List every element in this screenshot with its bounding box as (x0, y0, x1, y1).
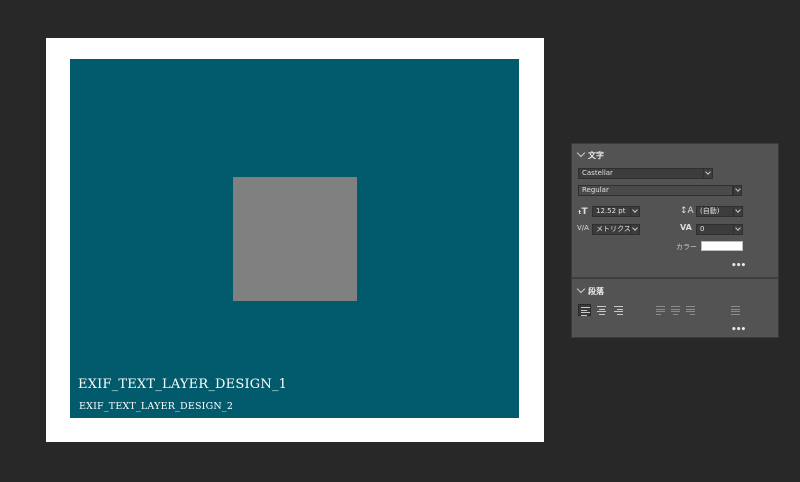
collapse-chevron-icon[interactable] (576, 148, 586, 158)
tracking-field[interactable]: 0 (696, 224, 734, 235)
justify-last-center-button[interactable] (669, 304, 682, 316)
leading-icon: ↕A (680, 206, 694, 216)
section-divider (572, 277, 778, 279)
workspace: EXIF_TEXT_LAYER_DESIGN_1 EXIF_TEXT_LAYER… (0, 0, 800, 482)
character-section-title[interactable]: 文字 (588, 150, 604, 161)
more-options-icon[interactable]: ••• (731, 261, 746, 271)
text-color-swatch[interactable] (701, 241, 743, 251)
more-options-icon[interactable]: ••• (731, 325, 746, 335)
align-right-button[interactable] (612, 304, 625, 316)
chevron-down-icon[interactable] (703, 168, 713, 179)
chevron-down-icon[interactable] (630, 206, 640, 217)
collapse-chevron-icon[interactable] (576, 284, 586, 294)
kerning-field[interactable]: メトリクス (592, 224, 632, 235)
kerning-icon: V/A (577, 224, 589, 232)
justify-last-right-button[interactable] (684, 304, 697, 316)
font-size-field[interactable]: 12.52 pt (592, 206, 632, 217)
properties-panel: 文字 Castellar Regular ₜT 12.52 pt ↕A (自動)… (571, 143, 779, 338)
leading-field[interactable]: (自動) (696, 206, 734, 217)
tracking-icon: VA (680, 223, 692, 232)
align-left-button[interactable] (578, 304, 591, 316)
text-layer-1[interactable]: EXIF_TEXT_LAYER_DESIGN_1 (78, 377, 287, 392)
paragraph-section-title[interactable]: 段落 (588, 286, 604, 297)
font-size-icon: ₜT (578, 207, 588, 217)
align-center-button[interactable] (595, 304, 608, 316)
justify-all-button[interactable] (729, 304, 742, 316)
text-layer-2[interactable]: EXIF_TEXT_LAYER_DESIGN_2 (79, 401, 233, 412)
chevron-down-icon[interactable] (733, 206, 743, 217)
color-label: カラー (676, 243, 697, 251)
gray-square-layer[interactable] (233, 177, 357, 301)
chevron-down-icon[interactable] (733, 185, 742, 196)
font-style-field[interactable]: Regular (578, 185, 733, 196)
chevron-down-icon[interactable] (630, 224, 640, 235)
justify-last-left-button[interactable] (654, 304, 667, 316)
chevron-down-icon[interactable] (733, 224, 743, 235)
font-family-field[interactable]: Castellar (578, 168, 708, 179)
